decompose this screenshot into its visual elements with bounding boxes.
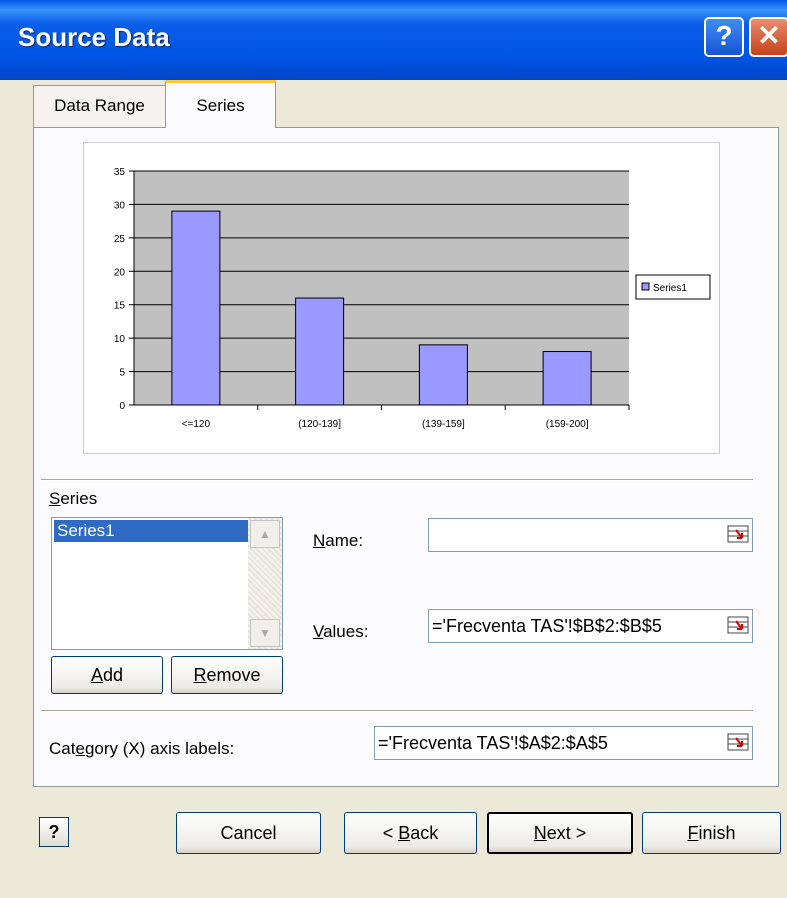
x-tick-label: (159-200] (546, 419, 589, 430)
x-tick-label: <=120 (182, 419, 211, 430)
series-label: Series (49, 489, 98, 508)
values-field[interactable]: ='Frecventa TAS'!$B$2:$B$5 (428, 609, 753, 643)
add-button[interactable]: Add (51, 656, 163, 694)
legend-label: Series1 (653, 283, 687, 294)
bar (542, 351, 592, 406)
bar (418, 344, 468, 406)
bar (171, 210, 221, 406)
y-tick-label: 10 (114, 334, 126, 345)
back-button[interactable]: < Back (344, 812, 477, 854)
chart-preview: 0 5 10 15 20 25 30 35 <=120 (120-139] (139-159] (15… (83, 142, 720, 454)
window-title: Source Data (18, 22, 170, 52)
title-bar[interactable]: Source Data ? ✕ (0, 0, 787, 80)
help-icon: ? (48, 822, 60, 842)
name-field[interactable] (428, 518, 753, 552)
bar (295, 297, 345, 406)
range-selector-icon[interactable] (726, 613, 750, 637)
x-tick-label: (139-159] (422, 419, 465, 430)
series-listbox[interactable]: Series1 ▲ ▼ (51, 517, 283, 650)
scroll-down-button[interactable]: ▼ (250, 619, 280, 647)
name-label: Name: (313, 531, 364, 550)
range-selector-icon[interactable] (726, 730, 750, 754)
y-tick-label: 0 (119, 401, 125, 412)
divider (41, 710, 753, 712)
divider (41, 479, 753, 481)
y-tick-label: 5 (119, 368, 125, 379)
range-selector-icon[interactable] (726, 522, 750, 546)
values-label: Values: (313, 622, 369, 641)
context-help-button[interactable]: ? (39, 817, 69, 847)
x-tick-label: (120-139] (298, 419, 341, 430)
legend-swatch (641, 282, 650, 291)
tab-data-range[interactable]: Data Range (33, 85, 166, 127)
values-field-value: ='Frecventa TAS'!$B$2:$B$5 (432, 616, 662, 636)
category-field-value: ='Frecventa TAS'!$A$2:$A$5 (378, 733, 608, 753)
scroll-up-button[interactable]: ▲ (250, 520, 280, 548)
close-button[interactable]: ✕ (749, 17, 787, 57)
y-tick-label: 15 (114, 301, 126, 312)
help-icon: ? (715, 20, 733, 51)
category-label: Category (X) axis labels: (49, 739, 235, 758)
remove-button[interactable]: Remove (171, 656, 283, 694)
y-tick-label: 20 (114, 267, 126, 278)
next-button[interactable]: Next > (487, 812, 633, 854)
chart-svg: 0 5 10 15 20 25 30 35 <=120 (120-139] (139-159] (15… (114, 167, 711, 430)
y-tick-label: 35 (114, 167, 126, 178)
y-tick-label: 25 (114, 234, 126, 245)
category-field[interactable]: ='Frecventa TAS'!$A$2:$A$5 (374, 726, 753, 760)
cancel-button[interactable]: Cancel (176, 812, 321, 854)
title-help-button[interactable]: ? (704, 17, 744, 57)
finish-button[interactable]: Finish (642, 812, 781, 854)
scrollbar[interactable]: ▲ ▼ (248, 518, 282, 649)
tab-series[interactable]: Series (165, 80, 276, 128)
close-icon: ✕ (757, 20, 781, 51)
list-item[interactable]: Series1 (54, 520, 250, 542)
y-tick-label: 30 (114, 200, 126, 211)
